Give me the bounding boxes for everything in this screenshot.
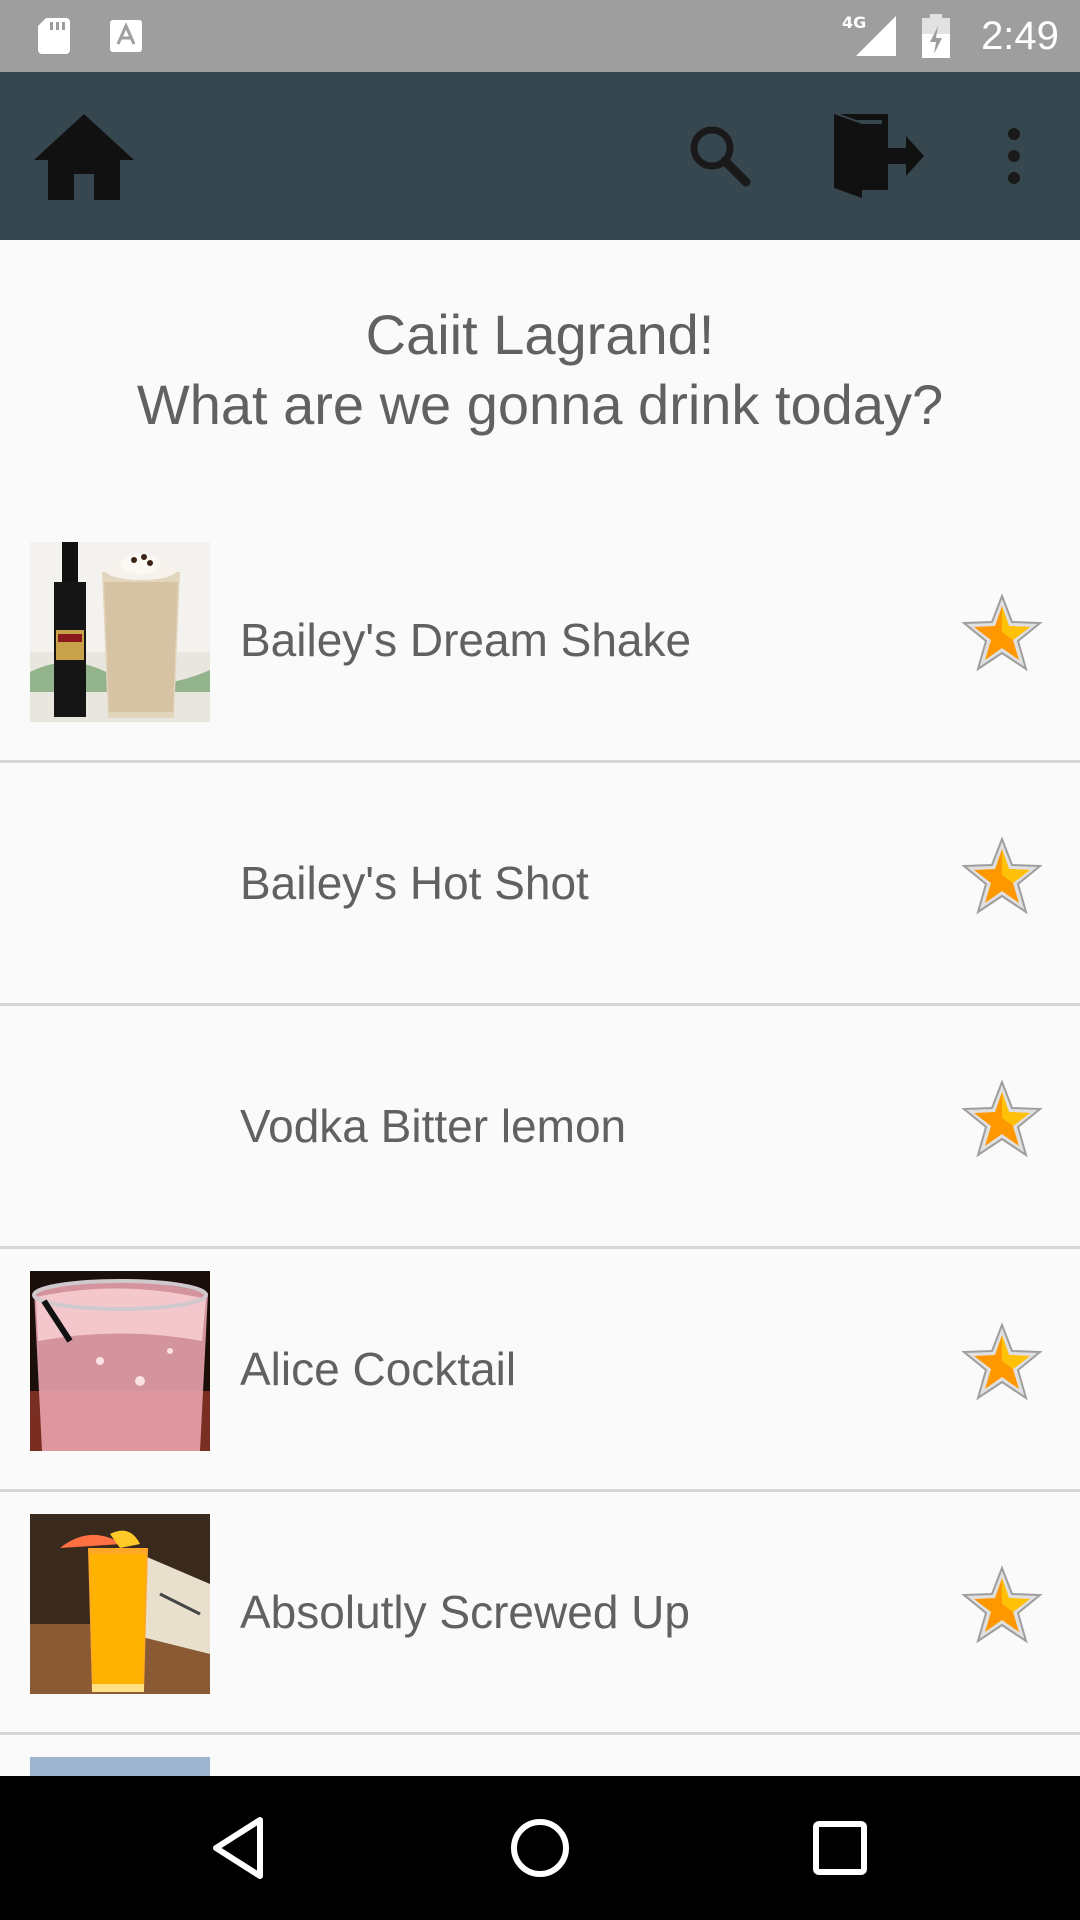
back-icon xyxy=(204,1812,276,1884)
logout-icon xyxy=(826,110,926,202)
back-button[interactable] xyxy=(204,1812,276,1884)
home-icon xyxy=(30,108,138,204)
drink-list: Bailey's Dream Shake Bailey's Hot Shot V… xyxy=(0,520,1080,1776)
favorite-button[interactable] xyxy=(960,1321,1044,1405)
orange-drink-thumbnail xyxy=(30,1514,210,1694)
sd-card-icon xyxy=(36,16,72,56)
drink-name: Bailey's Dream Shake xyxy=(240,614,692,666)
drink-name: Alice Cocktail xyxy=(240,1343,517,1395)
star-icon xyxy=(960,1078,1044,1162)
list-item[interactable]: Alice Cocktail xyxy=(0,1249,1080,1492)
app-bar xyxy=(0,72,1080,240)
recents-button[interactable] xyxy=(804,1812,876,1884)
pink-cocktail-thumbnail xyxy=(30,1271,210,1451)
search-button[interactable] xyxy=(680,116,760,196)
svg-text:4G: 4G xyxy=(842,13,866,32)
more-options-button[interactable] xyxy=(990,116,1038,196)
favorite-button[interactable] xyxy=(960,1078,1044,1162)
recents-icon xyxy=(804,1812,876,1884)
home-circle-icon xyxy=(504,1812,576,1884)
list-item[interactable]: Absolutly Screwed Up xyxy=(0,1492,1080,1735)
list-item[interactable]: Bailey's Hot Shot xyxy=(0,763,1080,1006)
list-item[interactable]: Vodka Bitter lemon xyxy=(0,1006,1080,1249)
list-item[interactable] xyxy=(0,1735,1080,1776)
greeting-question: What are we gonna drink today? xyxy=(136,373,944,436)
logout-button[interactable] xyxy=(826,110,926,202)
greeting-user-name: Caiit Lagrand! xyxy=(365,303,715,366)
battery-charging-icon xyxy=(920,12,952,60)
search-icon xyxy=(680,116,760,196)
star-icon xyxy=(960,592,1044,676)
nav-home-button[interactable] xyxy=(504,1812,576,1884)
drink-name: Absolutly Screwed Up xyxy=(240,1586,690,1638)
signal-icon: 4G xyxy=(842,12,898,58)
screen: 4G 2:49 Caiit Lagrand! What are we gonna… xyxy=(0,0,1080,1920)
baileys-shake-thumbnail xyxy=(30,542,210,722)
drink-name: Vodka Bitter lemon xyxy=(240,1100,627,1152)
status-clock: 2:49 xyxy=(981,14,1059,58)
star-icon xyxy=(960,1321,1044,1405)
greeting: Caiit Lagrand! What are we gonna drink t… xyxy=(0,300,1080,460)
favorite-button[interactable] xyxy=(960,1564,1044,1648)
home-button[interactable] xyxy=(30,108,138,204)
star-icon xyxy=(960,835,1044,919)
drink-name: Bailey's Hot Shot xyxy=(240,857,589,909)
status-bar: 4G 2:49 xyxy=(0,0,1080,72)
more-vert-icon xyxy=(990,116,1038,196)
star-icon xyxy=(960,1564,1044,1648)
navigation-bar xyxy=(0,1776,1080,1920)
font-a-icon xyxy=(108,16,144,56)
favorite-button[interactable] xyxy=(960,592,1044,676)
favorite-button[interactable] xyxy=(960,835,1044,919)
partial-thumbnail xyxy=(30,1757,210,1776)
list-item[interactable]: Bailey's Dream Shake xyxy=(0,520,1080,763)
